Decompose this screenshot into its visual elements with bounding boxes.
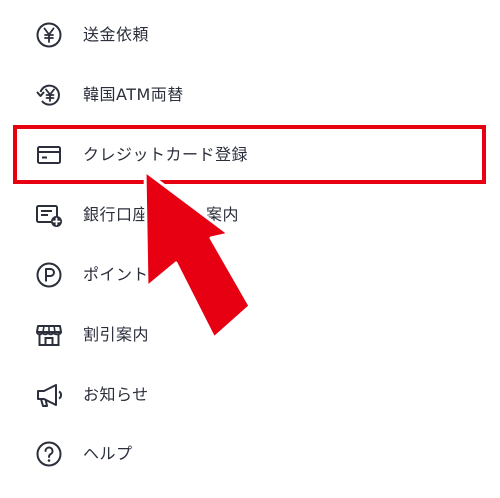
menu-item-label-tail: 案内 (206, 205, 240, 224)
yen-circle-icon (34, 20, 64, 50)
help-icon (34, 439, 64, 469)
menu-item-label: 韓国ATM両替 (83, 85, 184, 104)
menu-item-label: ヘルプ (83, 444, 133, 463)
menu-item-notices[interactable]: お知らせ (0, 370, 500, 420)
menu-list: 送金依頼 韓国ATM両替 クレジットカード登録 銀行口座 案内 ポイント 割引案… (0, 0, 500, 498)
menu-item-label: ポイント (83, 265, 150, 284)
menu-item-label: クレジットカード登録 (83, 145, 249, 164)
menu-item-discount-info[interactable]: 割引案内 (0, 310, 500, 360)
megaphone-icon (34, 380, 64, 410)
credit-card-icon (34, 140, 64, 170)
menu-item-credit-card-registration[interactable]: クレジットカード登録 (0, 130, 500, 180)
menu-item-label: 割引案内 (83, 325, 150, 344)
point-icon (34, 260, 64, 290)
menu-item-help[interactable]: ヘルプ (0, 429, 500, 479)
store-icon (34, 320, 64, 350)
menu-item-remittance-request[interactable]: 送金依頼 (0, 10, 500, 60)
menu-item-label: 送金依頼 (83, 25, 150, 44)
menu-item-points[interactable]: ポイント (0, 250, 500, 300)
menu-item-label: 銀行口座 (83, 205, 150, 224)
bank-account-add-icon (34, 200, 64, 230)
currency-exchange-icon (34, 80, 64, 110)
menu-item-korea-atm-exchange[interactable]: 韓国ATM両替 (0, 70, 500, 120)
menu-item-bank-account-info[interactable]: 銀行口座 案内 (0, 190, 500, 240)
menu-item-label: お知らせ (83, 385, 149, 404)
